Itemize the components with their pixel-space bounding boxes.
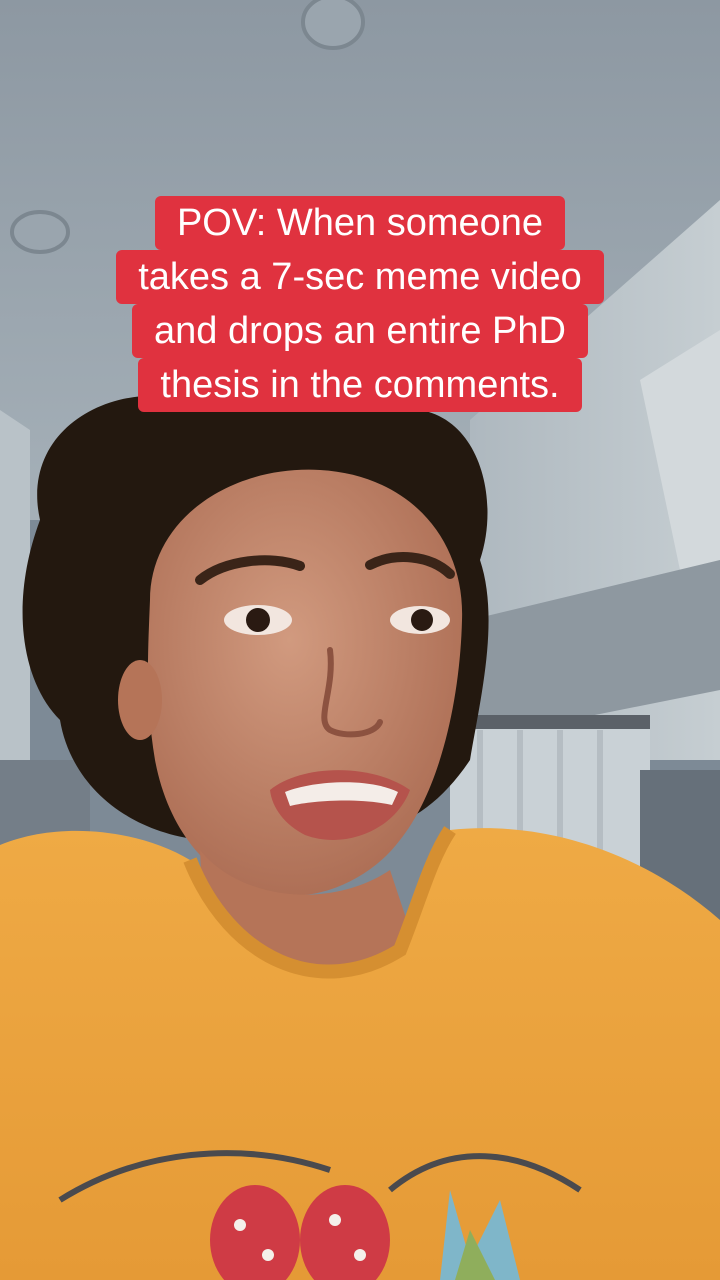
caption-line: thesis in the comments. [138,358,582,412]
caption-line: POV: When someone [154,196,566,250]
caption-line: and drops an entire PhD [132,304,588,358]
video-still [0,0,720,1280]
video-frame[interactable]: POV: When someone takes a 7-sec meme vid… [0,0,720,1280]
caption-line: takes a 7-sec meme video [116,250,604,304]
ceiling-light [301,0,365,50]
caption-overlay: POV: When someone takes a 7-sec meme vid… [0,196,720,412]
